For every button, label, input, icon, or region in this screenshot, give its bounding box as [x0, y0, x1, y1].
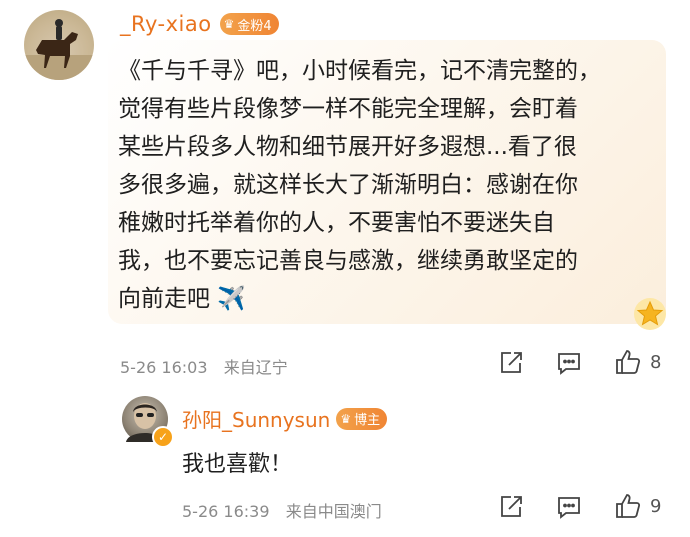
comment-line: 我，也不要忘记善良与感激，继续勇敢坚定的 — [118, 248, 578, 274]
comment-icon[interactable] — [556, 350, 582, 376]
comment-meta: 5-26 16:03 来自辽宁 — [120, 354, 288, 378]
comment-location: 来自辽宁 — [223, 358, 288, 377]
reply-like-count: 9 — [650, 496, 662, 517]
reply-text: 我也喜歡！ — [182, 452, 293, 477]
comment-line: 向前走吧 ✈️ — [118, 286, 246, 312]
fan-badge-label: 金粉4 — [237, 18, 272, 34]
author-badge[interactable]: ♛ 博主 — [336, 407, 388, 430]
author-badge-label: 博主 — [354, 413, 381, 428]
reply-header: 孙阳_Sunnysun ♛ 博主 — [182, 404, 388, 433]
reply-location: 来自中国澳门 — [285, 502, 382, 521]
comment-line: 《千与千寻》吧，小时候看完，记不清完整的， — [118, 58, 601, 84]
reply-timestamp: 5-26 16:39 — [182, 502, 270, 521]
reply-username[interactable]: 孙阳_Sunnysun — [182, 404, 330, 433]
comment-text: 《千与千寻》吧，小时候看完，记不清完整的， 觉得有些片段像梦一样不能完全理解，会… — [118, 52, 601, 318]
fan-badge-icon: ♛ — [223, 17, 235, 31]
commenter-avatar[interactable] — [24, 10, 94, 80]
fan-badge[interactable]: ♛ 金粉4 — [219, 13, 279, 35]
comment-header: _Ry-xiao ♛ 金粉4 — [120, 12, 279, 36]
star-badge-icon — [632, 296, 668, 332]
comment-line: 稚嫩时托举着你的人，不要害怕不要迷失自 — [118, 210, 555, 236]
comment-timestamp: 5-26 16:03 — [120, 358, 208, 377]
share-icon[interactable] — [498, 350, 524, 376]
like-icon[interactable] — [614, 492, 641, 518]
author-badge-icon: ♛ — [340, 411, 352, 426]
like-icon[interactable] — [614, 348, 641, 374]
comment-line: 某些片段多人物和细节展开好多遐想...看了很 — [118, 134, 577, 160]
horse-rider-image — [24, 19, 94, 80]
comment-like-count: 8 — [650, 352, 662, 373]
verified-icon: ✓ — [152, 426, 174, 448]
share-icon[interactable] — [498, 494, 524, 520]
comment-line: 多很多遍，就这样长大了渐渐明白：感谢在你 — [118, 172, 578, 198]
commenter-username[interactable]: _Ry-xiao — [120, 12, 212, 36]
reply-meta: 5-26 16:39 来自中国澳门 — [182, 498, 382, 522]
comment-icon[interactable] — [556, 494, 582, 520]
comment-line: 觉得有些片段像梦一样不能完全理解，会盯着 — [118, 96, 578, 122]
